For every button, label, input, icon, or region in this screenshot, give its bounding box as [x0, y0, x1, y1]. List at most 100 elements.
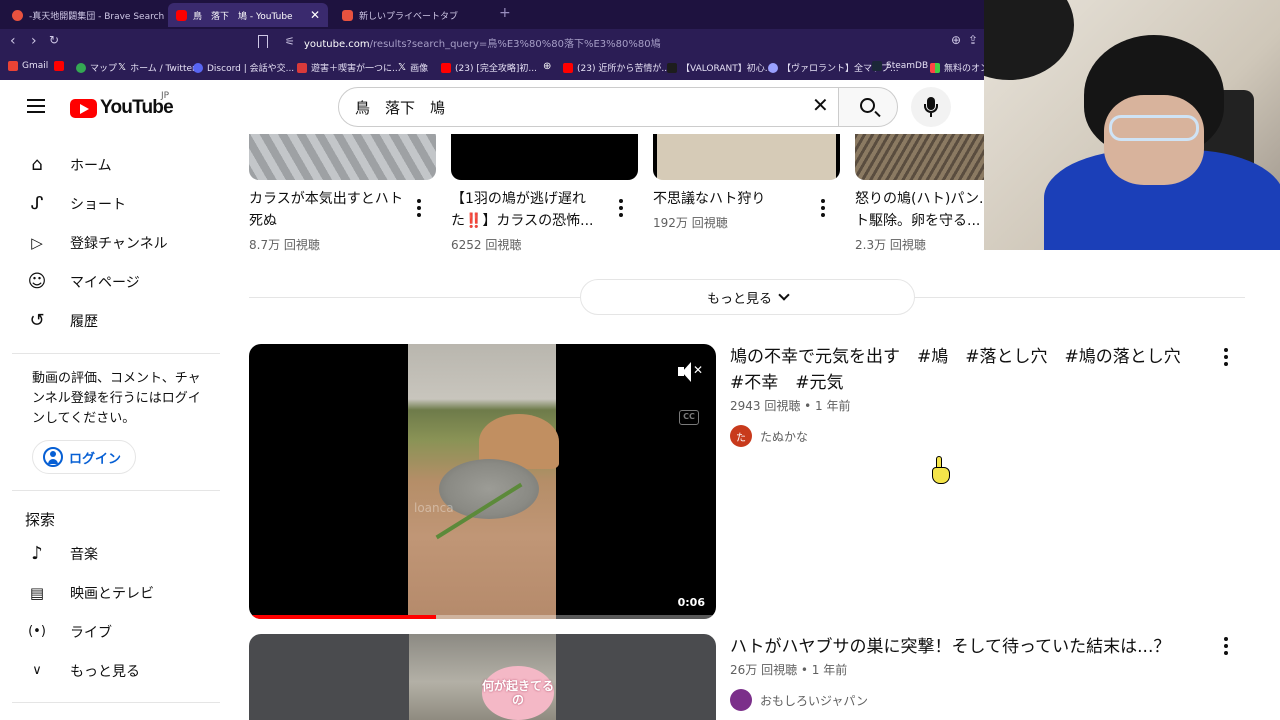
video-thumbnail[interactable] — [249, 134, 436, 180]
captions-icon[interactable]: CC — [679, 410, 699, 425]
sidebar-item-label: ライブ — [70, 624, 112, 641]
sidebar-item-live[interactable]: (•) ライブ — [12, 612, 220, 651]
sidebar-item-history[interactable]: ↺ 履歴 — [12, 301, 220, 340]
bookmark-discord[interactable]: Discord | 会話や交... — [193, 61, 294, 74]
video-metadata: 26万 回視聴 • 1 年前 — [730, 663, 848, 677]
chevron-down-icon: ∨ — [32, 663, 42, 678]
search-input[interactable]: 鳥 落下 鳩 — [338, 87, 839, 127]
bookmark-gmail[interactable]: Gmail — [8, 61, 48, 71]
home-icon: ⌂ — [31, 154, 43, 175]
video-watermark: loanca — [414, 501, 454, 515]
video-title[interactable]: 不思議なハト狩り — [653, 188, 813, 210]
youtube-logo[interactable]: YouTube JP — [70, 91, 174, 119]
hand-cursor-icon — [930, 456, 952, 486]
steamdb-icon — [872, 61, 882, 71]
share-icon[interactable]: ⇪ — [968, 33, 978, 47]
video-title[interactable]: 鳩の不幸で元気を出す #鳩 #落とし穴 #鳩の落とし穴 #不幸 #元気 — [730, 344, 1205, 396]
sidebar-item-more[interactable]: ∨ もっと見る — [12, 651, 220, 690]
show-more-label: もっと見る — [706, 291, 772, 307]
bookmark-game[interactable]: 遊害＋喫害が一つに... — [297, 61, 401, 74]
zoom-icon[interactable]: ⊕ — [951, 33, 961, 47]
video-thumbnail[interactable]: loanca ✕ CC 0:06 — [249, 344, 716, 619]
tab-youtube[interactable]: 鳥 落下 鳩 - YouTube ✕ — [168, 3, 328, 27]
more-actions-icon[interactable] — [619, 199, 623, 220]
video-title[interactable]: 【1羽の鳩が逃げ遅れた‼️】カラスの恐怖... — [451, 188, 611, 232]
sidebar-item-movies[interactable]: ▤ 映画とテレビ — [12, 573, 220, 612]
sidebar-item-mypage[interactable]: ☺ マイページ — [12, 262, 220, 301]
login-label: ログイン — [69, 451, 122, 467]
bookmark-twitter[interactable]: 𝕏 ホーム / Twitter — [118, 61, 196, 74]
tab-private[interactable]: 新しいプライベートタブ — [334, 3, 494, 27]
bookmark-steamdb[interactable]: SteamDB — [872, 61, 928, 71]
more-actions-icon[interactable] — [417, 199, 421, 220]
globe-icon: ⊕ — [543, 61, 552, 72]
url-path: /results?search_query=鳥%E3%80%80落下%E3%80… — [369, 39, 661, 50]
video-title[interactable]: ハトがハヤブサの巣に突撃！そして待っていた結末は...？ — [730, 634, 1205, 660]
close-tab-icon[interactable]: ✕ — [310, 8, 320, 22]
video-thumbnail[interactable] — [653, 134, 840, 180]
search-query: 鳥 落下 鳩 — [355, 98, 446, 117]
tab-brave-search[interactable]: -真天地開闢集団 - Brave Search — [4, 3, 164, 27]
menu-icon[interactable] — [27, 99, 45, 113]
reload-icon[interactable]: ↻ — [49, 33, 59, 47]
address-field[interactable]: youtube.com/results?search_query=鳥%E3%80… — [304, 35, 661, 50]
youtube-favicon-icon — [176, 9, 187, 21]
account-circle-icon — [43, 447, 63, 467]
view-count: 192万 回視聴 — [653, 216, 728, 230]
search-button[interactable] — [838, 87, 898, 127]
more-actions-icon[interactable] — [1224, 637, 1228, 658]
video-thumbnail[interactable] — [451, 134, 638, 180]
more-actions-icon[interactable] — [821, 199, 825, 220]
live-icon: (•) — [28, 624, 46, 639]
forward-icon[interactable]: › — [31, 33, 37, 49]
more-actions-icon[interactable] — [1224, 348, 1228, 369]
url-host: youtube.com — [304, 39, 370, 50]
channel-avatar — [730, 689, 752, 711]
bookmark-complaint[interactable]: (23) 近所から苦情が... — [563, 61, 670, 74]
bookmark-youtube[interactable] — [54, 61, 68, 71]
account-icon: ☺ — [27, 271, 47, 292]
sidebar-item-home[interactable]: ⌂ ホーム — [12, 145, 220, 184]
bookmark-images[interactable]: 𝕏 画像 — [398, 61, 428, 74]
bookmark-guide[interactable]: (23) [完全攻略]初... — [441, 61, 537, 74]
show-more-button[interactable]: もっと見る — [580, 279, 915, 315]
bookmark-icon[interactable] — [258, 35, 268, 48]
region-label: JP — [161, 91, 170, 101]
playback-progress[interactable] — [249, 615, 716, 619]
sidebar-item-music[interactable]: ♪ 音楽 — [12, 534, 220, 573]
site-icon — [768, 62, 778, 73]
divider — [12, 702, 220, 703]
voice-search-button[interactable] — [911, 87, 951, 127]
channel-link[interactable]: た たぬかな — [730, 425, 808, 447]
game-icon — [297, 62, 307, 73]
maps-pin-icon — [76, 62, 86, 73]
divider — [12, 490, 220, 491]
sidebar-item-shorts[interactable]: ᔑ ショート — [12, 184, 220, 223]
channel-link[interactable]: おもしろいジャパン — [730, 689, 868, 711]
youtube-icon — [441, 62, 451, 73]
new-tab-icon[interactable]: + — [499, 5, 511, 21]
site-settings-icon[interactable]: ⚟ — [285, 35, 295, 48]
login-button[interactable]: ログイン — [32, 440, 136, 474]
video-title[interactable]: カラスが本気出すとハト死ぬ — [249, 188, 409, 232]
bookmark-valorant[interactable]: 【VALORANT】初心... — [667, 61, 773, 74]
sidebar-item-label: 映画とテレビ — [70, 585, 154, 602]
sidebar-item-label: もっと見る — [70, 663, 140, 680]
youtube-play-icon — [70, 98, 97, 118]
bookmark-maps[interactable]: マップ — [76, 61, 117, 74]
youtube-icon — [54, 61, 64, 71]
sidebar-item-subscriptions[interactable]: ▷ 登録チャンネル — [12, 223, 220, 262]
video-thumbnail[interactable]: 何が起きてるの — [249, 634, 716, 720]
clear-search-icon[interactable]: ✕ — [812, 95, 829, 115]
sidebar-item-label: 音楽 — [70, 546, 98, 563]
tab-title: 鳥 落下 鳩 - YouTube — [193, 11, 293, 22]
mute-icon[interactable]: ✕ — [678, 361, 703, 383]
channel-avatar: た — [730, 425, 752, 447]
sidebar-item-label: 履歴 — [70, 313, 98, 330]
back-icon[interactable]: ‹ — [10, 33, 16, 49]
channel-name: たぬかな — [760, 429, 809, 444]
sidebar-item-label: 登録チャンネル — [70, 235, 168, 252]
bookmark-globe[interactable]: ⊕ — [543, 61, 555, 72]
view-count: 2.3万 回視聴 — [855, 238, 926, 252]
history-icon: ↺ — [29, 310, 45, 331]
